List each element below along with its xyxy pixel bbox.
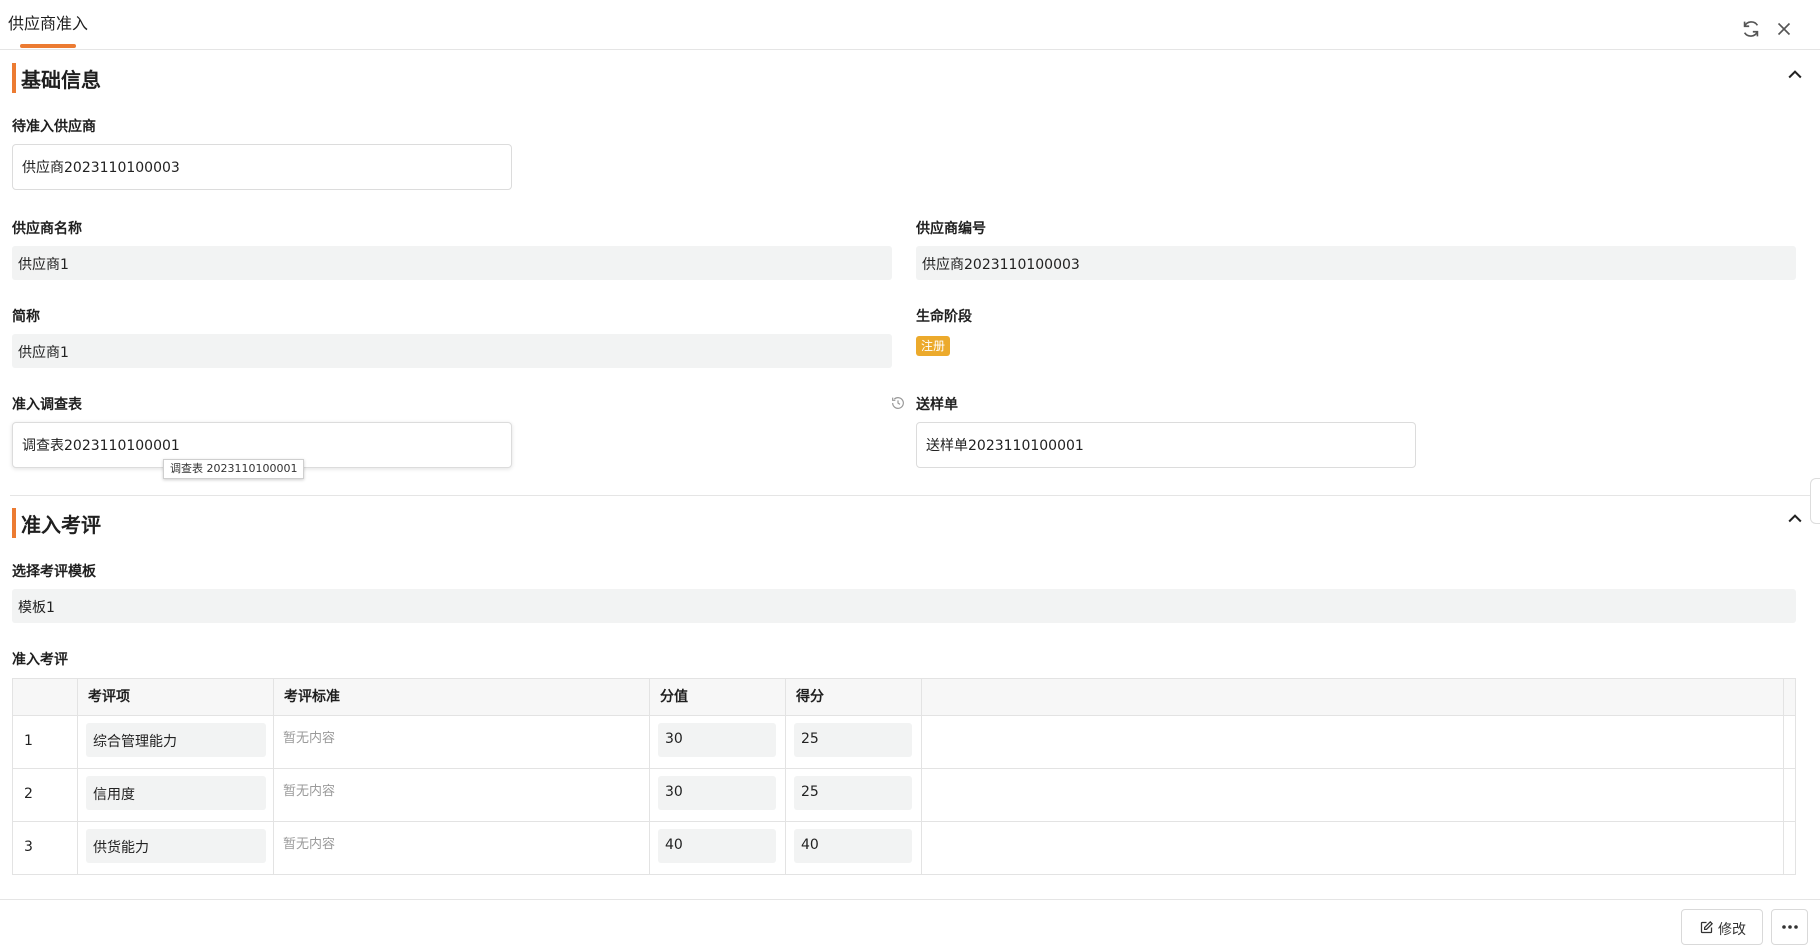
- short-name-field: 供应商1: [12, 334, 892, 368]
- supplier-name-field: 供应商1: [12, 246, 892, 280]
- survey-tooltip: 调查表 2023110100001: [163, 459, 305, 479]
- score-value-field: 40: [658, 829, 776, 863]
- sample-label: 送样单: [916, 397, 958, 413]
- table-row: 3 供货能力 暂无内容 40 40: [13, 821, 1795, 875]
- short-name-label: 简称: [12, 309, 40, 325]
- lifecycle-badge: 注册: [916, 336, 951, 356]
- column-header-item: 考评项: [78, 679, 274, 715]
- score-value: 30: [665, 731, 683, 747]
- pending-supplier-value: 供应商2023110100003: [22, 160, 180, 176]
- refresh-icon[interactable]: [1740, 18, 1762, 40]
- section-accent-bar: [12, 508, 16, 538]
- row-index: 3: [24, 839, 33, 855]
- section-accent-bar: [12, 63, 16, 93]
- score: 40: [801, 837, 819, 853]
- edit-button-label: 修改: [1718, 922, 1746, 938]
- more-button[interactable]: [1771, 909, 1808, 945]
- score: 25: [801, 784, 819, 800]
- score-field: 25: [794, 776, 912, 810]
- template-value: 模板1: [18, 600, 55, 616]
- supplier-code-value: 供应商2023110100003: [922, 257, 1080, 273]
- table-header: 考评项 考评标准 分值 得分: [13, 679, 1795, 716]
- pending-supplier-label: 待准入供应商: [12, 119, 96, 135]
- template-label: 选择考评模板: [12, 564, 96, 580]
- close-icon[interactable]: [1773, 18, 1795, 40]
- tab-title[interactable]: 供应商准入: [8, 10, 88, 34]
- active-tab-indicator: [20, 44, 76, 48]
- chevron-up-icon[interactable]: [1785, 65, 1805, 85]
- column-header-score-value: 分值: [650, 679, 786, 715]
- sample-value: 送样单2023110100001: [926, 438, 1084, 454]
- score: 25: [801, 731, 819, 747]
- template-field: 模板1: [12, 589, 1796, 623]
- row-index: 2: [24, 786, 33, 802]
- standard-value: 暂无内容: [283, 784, 336, 799]
- section-title-eval: 准入考评: [21, 513, 101, 537]
- section-title-basic: 基础信息: [21, 68, 101, 92]
- side-drawer-handle[interactable]: [1810, 478, 1820, 524]
- item-field: 综合管理能力: [86, 723, 266, 757]
- score-value-field: 30: [658, 776, 776, 810]
- sample-field[interactable]: 送样单2023110100001: [916, 422, 1416, 468]
- survey-value: 调查表2023110100001: [22, 438, 180, 454]
- edit-button[interactable]: 修改: [1681, 909, 1763, 945]
- item-value: 综合管理能力: [93, 734, 177, 750]
- column-header-blank: [922, 679, 1784, 715]
- column-header-standard: 考评标准: [274, 679, 650, 715]
- column-header-index: [13, 679, 78, 715]
- supplier-code-field: 供应商2023110100003: [916, 246, 1796, 280]
- top-bar: 供应商准入: [0, 0, 1820, 50]
- lifecycle-label: 生命阶段: [916, 309, 972, 325]
- bottom-action-bar: [0, 899, 1820, 949]
- section-divider: [10, 495, 1810, 496]
- column-header-score: 得分: [786, 679, 922, 715]
- item-value: 信用度: [93, 787, 135, 803]
- item-field: 供货能力: [86, 829, 266, 863]
- supplier-name-value: 供应商1: [18, 257, 69, 273]
- item-value: 供货能力: [93, 840, 149, 856]
- pending-supplier-field[interactable]: 供应商2023110100003: [12, 144, 512, 190]
- score-field: 40: [794, 829, 912, 863]
- short-name-value: 供应商1: [18, 345, 69, 361]
- eval-table: 考评项 考评标准 分值 得分 1 综合管理能力 暂无内容 30 25 2 信用度…: [12, 678, 1796, 875]
- eval-table-label: 准入考评: [12, 652, 68, 668]
- item-field: 信用度: [86, 776, 266, 810]
- score-value: 30: [665, 784, 683, 800]
- score-value-field: 30: [658, 723, 776, 757]
- row-index: 1: [24, 733, 33, 749]
- history-icon[interactable]: [890, 395, 906, 411]
- chevron-up-icon[interactable]: [1785, 509, 1805, 529]
- score-field: 25: [794, 723, 912, 757]
- more-icon: [1782, 925, 1798, 929]
- survey-label: 准入调查表: [12, 397, 82, 413]
- supplier-name-label: 供应商名称: [12, 221, 82, 237]
- score-value: 40: [665, 837, 683, 853]
- table-row: 2 信用度 暂无内容 30 25: [13, 768, 1795, 822]
- standard-value: 暂无内容: [283, 731, 336, 746]
- table-row: 1 综合管理能力 暂无内容 30 25: [13, 715, 1795, 769]
- supplier-code-label: 供应商编号: [916, 221, 986, 237]
- standard-value: 暂无内容: [283, 837, 336, 852]
- edit-icon: [1700, 920, 1714, 934]
